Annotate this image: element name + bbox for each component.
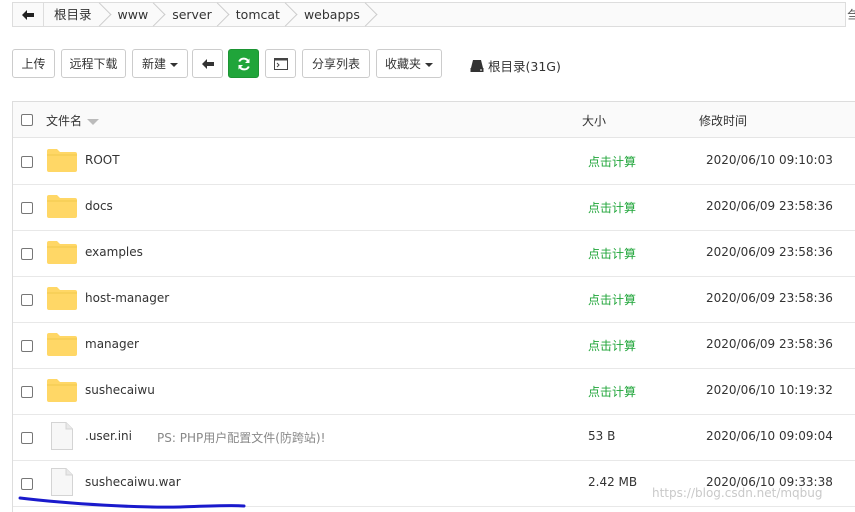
file-size: 53 B (588, 429, 616, 443)
calculate-size-link[interactable]: 点击计算 (588, 337, 636, 354)
row-checkbox[interactable] (21, 432, 33, 444)
row-checkbox[interactable] (21, 294, 33, 306)
share-list-button[interactable]: 分享列表 (302, 49, 370, 78)
calculate-size-link[interactable]: 点击计算 (588, 291, 636, 308)
table-row[interactable]: manager 点击计算 2020/06/09 23:58:36 (13, 322, 855, 369)
file-name[interactable]: manager (85, 337, 139, 351)
watermark: https://blog.csdn.net/mqbug (652, 486, 823, 500)
folder-icon (47, 195, 77, 218)
file-name[interactable]: examples (85, 245, 143, 259)
table-row[interactable]: sushecaiwu 点击计算 2020/06/10 10:19:32 (13, 368, 855, 415)
table-row[interactable]: .user.ini PS: PHP用户配置文件(防跨站)! 53 B 2020/06/… (13, 414, 855, 461)
breadcrumb-item-www[interactable]: www (106, 3, 161, 26)
favorites-label: 收藏夹 (384, 57, 421, 71)
arrow-left-icon (22, 9, 34, 20)
remote-download-button[interactable]: 远程下载 (61, 49, 126, 78)
breadcrumb-item-root[interactable]: 根目录 (44, 3, 106, 26)
right-edge-glyph: 刍 (847, 8, 855, 22)
annotation-scribble (18, 496, 246, 509)
modified-time: 2020/06/09 23:58:36 (706, 245, 833, 259)
refresh-icon (237, 57, 250, 70)
breadcrumb-item-tomcat[interactable]: tomcat (224, 3, 292, 26)
file-icon (51, 422, 73, 450)
refresh-button[interactable] (228, 49, 259, 78)
file-name[interactable]: .user.ini (85, 429, 132, 443)
column-header-mtime[interactable]: 修改时间 (699, 112, 747, 129)
row-checkbox[interactable] (21, 202, 33, 214)
new-dropdown-button[interactable]: 新建 (132, 49, 188, 78)
row-checkbox[interactable] (21, 156, 33, 168)
favorites-dropdown-button[interactable]: 收藏夹 (376, 49, 442, 78)
file-name[interactable]: docs (85, 199, 113, 213)
column-header-size[interactable]: 大小 (582, 112, 606, 129)
breadcrumb-back-button[interactable] (13, 3, 44, 26)
file-name[interactable]: ROOT (85, 153, 120, 167)
calculate-size-link[interactable]: 点击计算 (588, 199, 636, 216)
terminal-icon (273, 57, 288, 70)
caret-down-icon (170, 62, 178, 67)
modified-time: 2020/06/09 23:58:36 (706, 337, 833, 351)
row-checkbox[interactable] (21, 340, 33, 352)
calculate-size-link[interactable]: 点击计算 (588, 153, 636, 170)
row-checkbox[interactable] (21, 386, 33, 398)
breadcrumb-item-server[interactable]: server (160, 3, 224, 26)
folder-icon (47, 149, 77, 172)
column-header-name[interactable]: 文件名 (46, 112, 100, 129)
modified-time: 2020/06/09 23:58:36 (706, 199, 833, 213)
folder-icon (47, 333, 77, 356)
folder-icon (47, 287, 77, 310)
column-header-name-label: 文件名 (46, 114, 83, 128)
modified-time: 2020/06/10 10:19:32 (706, 383, 833, 397)
file-size: 2.42 MB (588, 475, 638, 489)
table-row[interactable]: ROOT 点击计算 2020/06/10 09:10:03 (13, 138, 855, 185)
disk-label: 根目录(31G) (488, 59, 561, 74)
calculate-size-link[interactable]: 点击计算 (588, 245, 636, 262)
breadcrumb-item-webapps[interactable]: webapps (292, 3, 372, 26)
new-label: 新建 (141, 57, 166, 71)
disk-icon (470, 59, 484, 72)
folder-icon (47, 379, 77, 402)
table-header: 文件名 大小 修改时间 (13, 102, 855, 138)
caret-down-icon (425, 62, 433, 67)
file-name[interactable]: host-manager (85, 291, 169, 305)
modified-time: 2020/06/10 09:09:04 (706, 429, 833, 443)
row-checkbox[interactable] (21, 248, 33, 260)
back-button[interactable] (192, 49, 223, 78)
modified-time: 2020/06/10 09:10:03 (706, 153, 833, 167)
arrow-left-icon (201, 58, 214, 69)
file-note: PS: PHP用户配置文件(防跨站)! (157, 431, 326, 445)
file-name[interactable]: sushecaiwu (85, 383, 155, 397)
file-name[interactable]: sushecaiwu.war (85, 475, 181, 489)
select-all-checkbox[interactable] (21, 114, 33, 126)
table-row[interactable]: host-manager 点击计算 2020/06/09 23:58:36 (13, 276, 855, 323)
row-checkbox[interactable] (21, 478, 33, 490)
terminal-button[interactable] (265, 49, 296, 78)
file-table: 文件名 大小 修改时间 ROOT 点击计算 2020/06/10 09:10:03 d… (12, 101, 855, 512)
folder-icon (47, 241, 77, 264)
table-row[interactable]: examples 点击计算 2020/06/09 23:58:36 (13, 230, 855, 277)
disk-info: 根目录(31G) (470, 56, 561, 75)
modified-time: 2020/06/09 23:58:36 (706, 291, 833, 305)
calculate-size-link[interactable]: 点击计算 (588, 383, 636, 400)
sort-down-icon (87, 118, 100, 125)
breadcrumb: 根目录 www server tomcat webapps (12, 2, 846, 27)
table-row[interactable]: docs 点击计算 2020/06/09 23:58:36 (13, 184, 855, 231)
upload-button[interactable]: 上传 (12, 49, 55, 78)
